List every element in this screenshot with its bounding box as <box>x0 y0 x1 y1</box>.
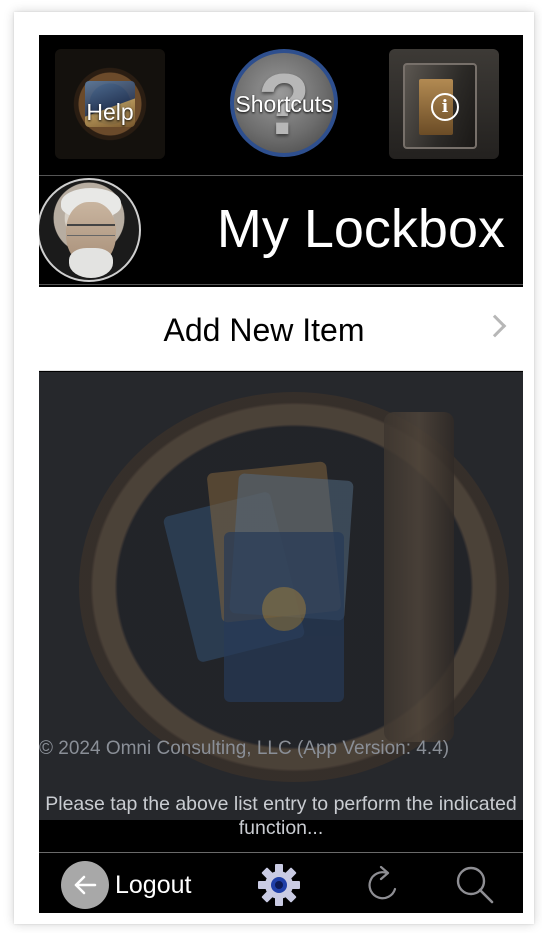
background-image: © 2024 Omni Consulting, LLC (App Version… <box>39 372 523 852</box>
refresh-icon[interactable] <box>365 863 405 907</box>
avatar[interactable] <box>39 178 141 282</box>
back-arrow-icon <box>61 861 109 909</box>
shortcuts-label[interactable]: Shortcuts <box>209 91 359 118</box>
avatar-beard <box>69 248 113 278</box>
avatar-glasses <box>67 224 115 236</box>
bottom-tab-bar: Logout <box>39 852 523 913</box>
search-icon[interactable] <box>453 863 497 907</box>
top-toolbar: Help ? Shortcuts i <box>39 35 523 173</box>
logout-label: Logout <box>115 871 192 899</box>
info-button[interactable]: i <box>389 49 499 159</box>
hint-text: Please tap the above list entry to perfo… <box>45 793 517 839</box>
info-icon: i <box>431 93 459 121</box>
app-screen: Help ? Shortcuts i My Lockbox Add New It… <box>39 35 523 913</box>
list-item-add-new-item[interactable]: Add New Item <box>39 287 523 371</box>
page-title: My Lockbox <box>216 199 505 259</box>
image-overlay <box>39 372 523 852</box>
list-item-label: Add New Item <box>163 312 365 348</box>
gear-icon[interactable] <box>253 863 305 907</box>
help-label: Help <box>86 99 134 125</box>
logout-button[interactable]: Logout <box>61 861 211 909</box>
help-button[interactable]: Help <box>55 49 165 159</box>
copyright-text: © 2024 Omni Consulting, LLC (App Version… <box>39 738 450 759</box>
title-bar: My Lockbox <box>39 175 523 285</box>
